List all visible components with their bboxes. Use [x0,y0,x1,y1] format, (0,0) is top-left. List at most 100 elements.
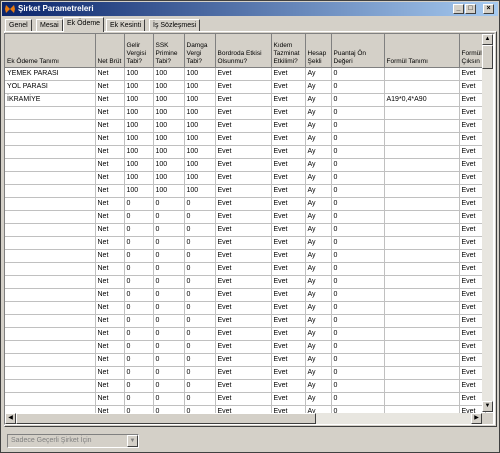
table-cell[interactable]: Ay [305,197,332,211]
table-cell[interactable]: 0 [153,197,185,211]
maximize-button[interactable]: □ [465,4,476,14]
table-cell[interactable]: Ay [305,366,332,380]
table-row[interactable]: Net 100 100 100 Evet Evet Ay 0 Evet [5,171,486,185]
table-cell[interactable]: 0 [331,106,385,120]
tab-is-sozlesmesi[interactable]: İş Sözleşmesi [149,19,201,31]
table-cell[interactable]: Evet [215,249,272,263]
table-cell[interactable] [384,210,460,224]
table-row[interactable]: Net 0 0 0 Evet Evet Ay 0 Evet [5,314,486,328]
table-cell[interactable]: 0 [331,236,385,250]
table-cell[interactable]: 0 [153,392,185,406]
table-cell[interactable]: Evet [215,145,272,159]
table-cell[interactable]: Evet [215,262,272,276]
table-cell[interactable]: Ay [305,340,332,354]
table-cell[interactable] [5,236,96,250]
table-cell[interactable]: YEMEK PARASI [5,67,96,81]
table-cell[interactable]: 0 [153,288,185,302]
table-cell[interactable]: 0 [153,210,185,224]
table-cell[interactable]: Ay [305,392,332,406]
table-cell[interactable]: Evet [271,288,306,302]
scroll-up-button[interactable]: ▲ [482,34,493,45]
table-cell[interactable] [5,327,96,341]
table-cell[interactable] [384,314,460,328]
tab-ek-odeme[interactable]: Ek Ödeme [63,17,105,32]
column-header[interactable]: Gelir Vergisi Tabi? [124,34,154,68]
table-cell[interactable]: Evet [215,392,272,406]
table-cell[interactable]: 0 [331,249,385,263]
table-cell[interactable]: 0 [331,262,385,276]
table-cell[interactable] [5,392,96,406]
table-cell[interactable]: 0 [153,236,185,250]
table-cell[interactable]: Net [95,379,125,393]
table-cell[interactable]: 0 [331,314,385,328]
table-cell[interactable]: 0 [124,262,154,276]
table-cell[interactable]: Ay [305,80,332,94]
table-cell[interactable]: Evet [271,327,306,341]
table-cell[interactable]: Ay [305,158,332,172]
table-row[interactable]: İKRAMİYE Net 100 100 100 Evet Evet Ay 0 A19*0,4*A… [5,93,486,107]
table-cell[interactable]: 100 [184,119,216,133]
scroll-right-button[interactable]: ▶ [471,413,482,424]
column-header[interactable]: Formül Tanımı [384,34,460,68]
table-cell[interactable]: İKRAMİYE [5,93,96,107]
table-cell[interactable]: 100 [124,171,154,185]
table-cell[interactable] [384,223,460,237]
table-cell[interactable]: 0 [184,340,216,354]
table-row[interactable]: Net 0 0 0 Evet Evet Ay 0 Evet [5,249,486,263]
table-cell[interactable]: Evet [271,132,306,146]
table-cell[interactable] [384,379,460,393]
table-cell[interactable] [384,392,460,406]
table-cell[interactable]: 0 [331,184,385,198]
table-cell[interactable]: Net [95,158,125,172]
table-cell[interactable]: Net [95,288,125,302]
table-cell[interactable]: 100 [124,158,154,172]
table-cell[interactable]: Ay [305,67,332,81]
table-cell[interactable]: YOL PARASI [5,80,96,94]
table-cell[interactable]: 100 [153,80,185,94]
table-cell[interactable]: Evet [215,184,272,198]
table-row[interactable]: Net 100 100 100 Evet Evet Ay 0 Evet [5,158,486,172]
table-cell[interactable]: Net [95,236,125,250]
table-row[interactable]: Net 100 100 100 Evet Evet Ay 0 Evet [5,145,486,159]
table-cell[interactable] [5,132,96,146]
table-cell[interactable]: Net [95,145,125,159]
table-cell[interactable]: Net [95,210,125,224]
table-cell[interactable]: 100 [153,119,185,133]
table-cell[interactable]: Evet [271,145,306,159]
table-cell[interactable]: Ay [305,327,332,341]
table-cell[interactable]: 0 [124,288,154,302]
table-cell[interactable]: 100 [184,145,216,159]
table-row[interactable]: Net 0 0 0 Evet Evet Ay 0 Evet [5,288,486,302]
table-cell[interactable]: 100 [184,67,216,81]
table-cell[interactable] [5,119,96,133]
table-cell[interactable] [384,236,460,250]
vertical-scrollbar[interactable]: ▲ ▼ [482,34,493,412]
dropdown-arrow-icon[interactable]: ▼ [127,435,138,447]
table-cell[interactable]: 0 [331,171,385,185]
table-cell[interactable]: 100 [184,80,216,94]
table-cell[interactable]: 100 [124,145,154,159]
table-cell[interactable]: Ay [305,301,332,315]
table-cell[interactable]: 100 [124,93,154,107]
table-cell[interactable]: 0 [153,223,185,237]
table-cell[interactable]: Net [95,67,125,81]
table-cell[interactable]: Net [95,197,125,211]
table-cell[interactable]: 100 [124,106,154,120]
table-cell[interactable] [384,67,460,81]
table-row[interactable]: Net 0 0 0 Evet Evet Ay 0 Evet [5,340,486,354]
table-cell[interactable]: 0 [331,340,385,354]
table-row[interactable]: Net 0 0 0 Evet Evet Ay 0 Evet [5,223,486,237]
table-row[interactable]: Net 0 0 0 Evet Evet Ay 0 Evet [5,392,486,406]
table-cell[interactable]: Evet [271,119,306,133]
table-cell[interactable]: Net [95,301,125,315]
table-cell[interactable] [384,171,460,185]
table-row[interactable]: Net 100 100 100 Evet Evet Ay 0 Evet [5,184,486,198]
table-cell[interactable]: Ay [305,262,332,276]
table-cell[interactable]: Net [95,184,125,198]
table-cell[interactable]: 100 [153,158,185,172]
table-cell[interactable]: Ay [305,353,332,367]
table-cell[interactable]: Net [95,340,125,354]
table-cell[interactable] [384,119,460,133]
table-cell[interactable]: 0 [184,210,216,224]
table-cell[interactable]: Evet [215,353,272,367]
